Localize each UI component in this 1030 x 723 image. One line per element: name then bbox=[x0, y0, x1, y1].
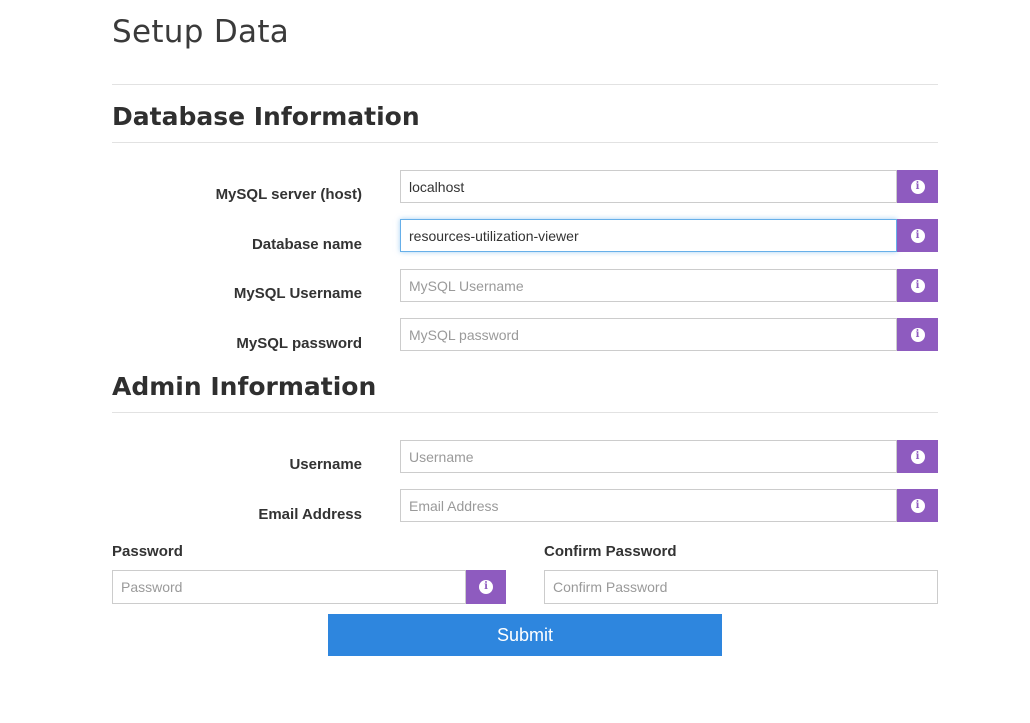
mysql-host-label: MySQL server (host) bbox=[215, 186, 362, 203]
mysql-username-label: MySQL Username bbox=[233, 285, 362, 302]
info-icon: i bbox=[910, 327, 925, 342]
page-title: Setup Data bbox=[112, 14, 290, 50]
info-icon: i bbox=[910, 278, 925, 293]
mysql-username-group: i bbox=[400, 269, 938, 302]
confirm-password-input[interactable] bbox=[544, 570, 938, 604]
submit-button[interactable]: Submit bbox=[328, 614, 722, 656]
mysql-password-input[interactable] bbox=[400, 318, 897, 351]
database-section-heading: Database Information bbox=[112, 102, 420, 131]
mysql-username-info-button[interactable]: i bbox=[897, 269, 938, 302]
mysql-host-input[interactable] bbox=[400, 170, 897, 203]
mysql-password-label: MySQL password bbox=[236, 335, 362, 352]
confirm-password-label: Confirm Password bbox=[544, 543, 677, 560]
admin-email-info-button[interactable]: i bbox=[897, 489, 938, 522]
database-name-info-button[interactable]: i bbox=[897, 219, 938, 252]
password-group: i bbox=[112, 570, 506, 604]
admin-username-input[interactable] bbox=[400, 440, 897, 473]
mysql-host-group: i bbox=[400, 170, 938, 203]
info-icon: i bbox=[910, 179, 925, 194]
admin-section-heading: Admin Information bbox=[112, 372, 377, 401]
mysql-username-input[interactable] bbox=[400, 269, 897, 302]
password-label: Password bbox=[112, 543, 183, 560]
info-icon: i bbox=[910, 498, 925, 513]
admin-email-group: i bbox=[400, 489, 938, 522]
database-name-input[interactable] bbox=[400, 219, 897, 252]
info-icon: i bbox=[479, 580, 493, 594]
mysql-host-info-button[interactable]: i bbox=[897, 170, 938, 203]
admin-email-label: Email Address bbox=[258, 506, 362, 523]
info-icon: i bbox=[910, 449, 925, 464]
admin-username-info-button[interactable]: i bbox=[897, 440, 938, 473]
confirm-password-group bbox=[544, 570, 938, 604]
password-input[interactable] bbox=[112, 570, 466, 604]
info-icon: i bbox=[910, 228, 925, 243]
admin-section-divider bbox=[112, 412, 938, 413]
admin-username-label: Username bbox=[289, 456, 362, 473]
title-divider bbox=[112, 84, 938, 85]
password-info-button[interactable]: i bbox=[466, 570, 506, 604]
database-section-divider bbox=[112, 142, 938, 143]
database-name-group: i bbox=[400, 219, 938, 252]
mysql-password-group: i bbox=[400, 318, 938, 351]
mysql-password-info-button[interactable]: i bbox=[897, 318, 938, 351]
admin-email-input[interactable] bbox=[400, 489, 897, 522]
database-name-label: Database name bbox=[251, 236, 362, 253]
admin-username-group: i bbox=[400, 440, 938, 473]
